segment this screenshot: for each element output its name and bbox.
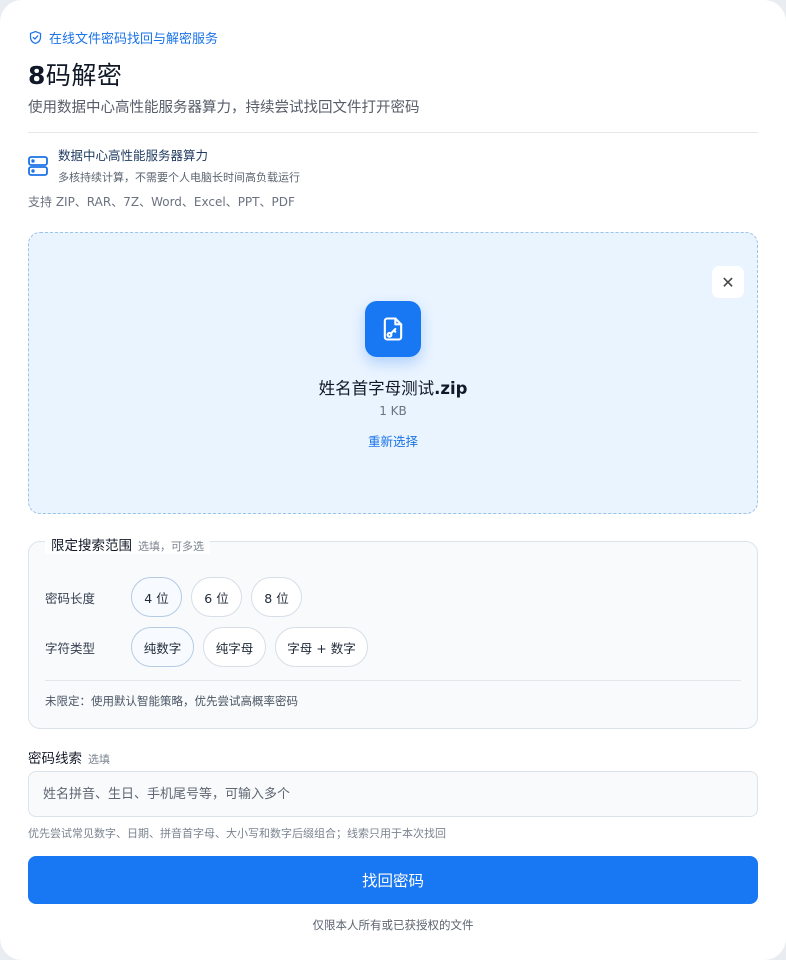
file-name: 姓名首字母测试.zip [29, 375, 757, 399]
length-chip-6[interactable]: 6 位 [191, 577, 242, 617]
search-range-title: 限定搜索范围 [51, 538, 132, 554]
file-key-icon [365, 301, 421, 357]
search-range-legend: 限定搜索范围 选填，可多选 [45, 534, 210, 554]
file-extension: .zip [434, 379, 468, 398]
search-range-panel: 限定搜索范围 选填，可多选 密码长度 4 位 6 位 8 位 字符类型 纯数字 … [28, 534, 758, 729]
clue-label: 密码线索 [28, 751, 82, 767]
type-chip-digits[interactable]: 纯数字 [131, 627, 194, 667]
feature-title: 数据中心高性能服务器算力 [58, 148, 209, 163]
search-range-hint: 选填，可多选 [138, 540, 204, 553]
server-icon [28, 156, 48, 176]
range-divider [45, 680, 741, 681]
page-title: 8码解密 [28, 56, 122, 92]
reselect-file-link[interactable]: 重新选择 [29, 431, 757, 450]
service-badge: 在线文件密码找回与解密服务 [28, 28, 218, 47]
password-clue-input[interactable] [28, 771, 758, 817]
header-divider [28, 132, 758, 133]
title-text: 码解密 [45, 61, 123, 90]
remove-file-button[interactable]: ✕ [712, 266, 744, 298]
recovery-card: 在线文件密码找回与解密服务 8码解密 使用数据中心高性能服务器算力，持续尝试找回… [0, 0, 786, 960]
clue-optional-tag: 选填 [88, 753, 110, 766]
badge-text: 在线文件密码找回与解密服务 [49, 32, 219, 47]
authorization-footer: 仅限本人所有或已获授权的文件 [312, 918, 474, 932]
clue-note: 优先尝试常见数字、日期、拼音首字母、大小写和数字后缀组合；线索只用于本次找回 [28, 827, 446, 840]
recover-password-button[interactable]: 找回密码 [28, 856, 758, 904]
clue-label-group: 密码线索 选填 [28, 747, 110, 767]
length-chip-4[interactable]: 4 位 [131, 577, 182, 617]
feature-description: 多核持续计算，不需要个人电脑长时间高负载运行 [58, 171, 300, 184]
type-chip-letters[interactable]: 纯字母 [203, 627, 266, 667]
shield-check-icon [29, 30, 42, 45]
feature-item: 数据中心高性能服务器算力 多核持续计算，不需要个人电脑长时间高负载运行 [28, 145, 300, 185]
default-strategy-note: 未限定：使用默认智能策略，优先尝试高概率密码 [45, 694, 298, 708]
char-type-row: 字符类型 纯数字 纯字母 字母 + 数字 [45, 627, 377, 667]
close-icon: ✕ [721, 272, 735, 292]
file-size: 1 KB [379, 404, 407, 418]
file-base-name: 姓名首字母测试 [318, 379, 435, 398]
file-dropzone[interactable]: ✕ 姓名首字母测试.zip 1 KB 重新选择 [28, 232, 758, 514]
page-subtitle: 使用数据中心高性能服务器算力，持续尝试找回文件打开密码 [28, 100, 420, 116]
type-chip-alnum[interactable]: 字母 + 数字 [275, 627, 368, 667]
password-length-row: 密码长度 4 位 6 位 8 位 [45, 577, 311, 617]
length-chip-8[interactable]: 8 位 [251, 577, 302, 617]
supported-formats: 支持 ZIP、RAR、7Z、Word、Excel、PPT、PDF [28, 195, 295, 209]
title-number: 8 [28, 61, 46, 90]
char-type-label: 字符类型 [45, 640, 96, 656]
password-length-label: 密码长度 [45, 590, 96, 606]
